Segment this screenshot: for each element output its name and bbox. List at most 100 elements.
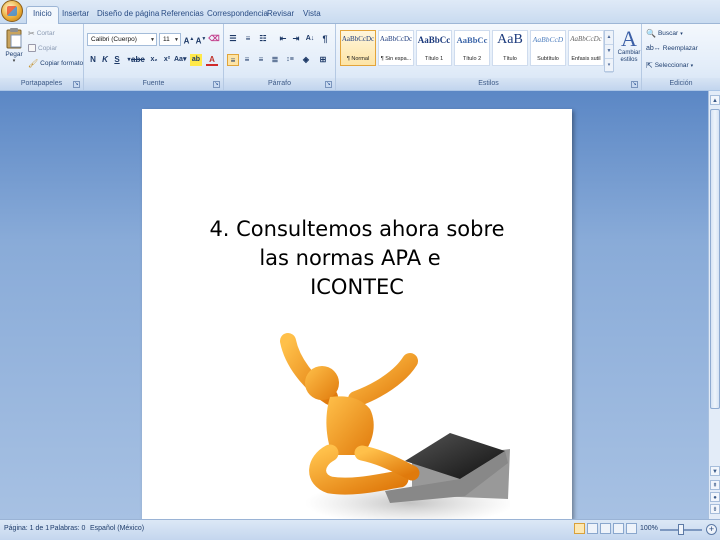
grow-font-button[interactable]: A▲ <box>183 33 195 46</box>
highlight-icon[interactable]: ab <box>190 54 202 66</box>
font-color-icon[interactable]: A <box>206 54 218 66</box>
print-layout-view-icon[interactable] <box>574 523 585 534</box>
decrease-indent-icon[interactable]: ⇤ <box>277 33 289 45</box>
format-painter-button[interactable]: 🖌 Copiar formato <box>28 59 83 68</box>
scrollbar-thumb[interactable] <box>710 109 720 409</box>
style-titulo-1[interactable]: AaBbCc Título 1 <box>416 30 452 66</box>
pilcrow-icon[interactable]: ¶ <box>319 33 331 45</box>
web-layout-view-icon[interactable] <box>600 523 611 534</box>
shading-icon[interactable]: ◈ <box>300 54 312 66</box>
change-styles-button[interactable]: A Cambiar estilos <box>616 28 642 64</box>
style-enfasis-sutil[interactable]: AaBbCcDc Énfasis sutil <box>568 30 604 66</box>
tab-inicio[interactable]: Inicio <box>26 6 59 24</box>
zoom-level[interactable]: 100% <box>640 525 658 532</box>
chevron-down-icon: ▾ <box>690 62 694 69</box>
language-indicator[interactable]: Español (México) <box>90 525 144 532</box>
underline-button[interactable]: S <box>111 54 123 66</box>
bullets-icon[interactable]: ☰ <box>227 33 239 45</box>
font-group: Calibri (Cuerpo) ▼ 11 ▼ A▲ A▼ ⌫ N K S ▾ … <box>84 24 224 90</box>
outline-view-icon[interactable] <box>613 523 624 534</box>
style-sample: AaB <box>497 32 523 47</box>
style-name: Subtítulo <box>537 56 559 62</box>
word-count[interactable]: Palabras: 0 <box>50 525 85 532</box>
clear-format-button[interactable]: ⌫ <box>208 33 220 45</box>
style-sin-espaciado[interactable]: AaBbCcDc ¶ Sin espa... <box>378 30 414 66</box>
bold-button[interactable]: N <box>87 54 99 66</box>
styles-gallery-scroll[interactable]: ▲ ▼ ▾ <box>604 30 614 73</box>
increase-indent-icon[interactable]: ⇥ <box>290 33 302 45</box>
binoculars-icon: 🔍 <box>646 29 656 38</box>
align-right-icon[interactable]: ≡ <box>255 54 267 66</box>
align-center-icon[interactable]: ≡ <box>241 54 253 66</box>
style-sample: AaBbCcDc <box>341 35 375 43</box>
next-page-icon[interactable]: ⇟ <box>710 504 720 514</box>
chevron-up-icon[interactable]: ▲ <box>605 31 613 45</box>
status-bar: Página: 1 de 1 Palabras: 0 Español (Méxi… <box>0 519 720 540</box>
style-titulo-2[interactable]: AaBbCc Título 2 <box>454 30 490 66</box>
vertical-scrollbar[interactable]: ▲ ▼ ⇞ ● ⇟ <box>708 91 720 519</box>
style-name: Título <box>503 56 517 62</box>
tab-vista[interactable]: Vista <box>303 9 321 18</box>
tab-revisar[interactable]: Revisar <box>267 9 294 18</box>
superscript-button[interactable]: x² <box>161 54 173 66</box>
style-subtitulo[interactable]: AaBbCcD Subtítulo <box>530 30 566 66</box>
align-left-icon[interactable]: ≡ <box>227 54 239 66</box>
subscript-button[interactable]: x₂ <box>148 54 160 66</box>
chevron-down-icon[interactable]: ▼ <box>605 45 613 59</box>
cut-button[interactable]: ✂ Cortar <box>28 29 55 38</box>
tab-diseno-pagina[interactable]: Diseño de página <box>97 9 159 18</box>
clipboard-launcher[interactable]: ↘ <box>73 81 80 88</box>
zoom-in-icon[interactable]: + <box>706 524 717 535</box>
borders-icon[interactable]: ⊞ <box>317 54 329 66</box>
tab-referencias[interactable]: Referencias <box>161 9 204 18</box>
font-launcher[interactable]: ↘ <box>213 81 220 88</box>
select-button[interactable]: ⇱ Seleccionar ▾ <box>646 61 693 70</box>
style-sample: AaBbCcD <box>532 35 564 44</box>
document-line-2: las normas APA e <box>259 246 441 270</box>
numbering-icon[interactable]: ≡ <box>242 33 254 45</box>
zoom-slider-knob[interactable] <box>678 524 684 535</box>
paste-icon <box>6 28 22 49</box>
office-logo-icon <box>7 6 17 16</box>
italic-button[interactable]: K <box>99 54 111 66</box>
find-button[interactable]: 🔍 Buscar ▾ <box>646 29 683 38</box>
strikethrough-button[interactable]: abe <box>131 54 145 66</box>
justify-icon[interactable]: ≣ <box>269 54 281 66</box>
document-line-1: 4. Consultemos ahora sobre <box>209 217 505 241</box>
style-titulo[interactable]: AaB Título <box>492 30 528 66</box>
style-normal[interactable]: AaBbCcDc ¶ Normal <box>340 30 376 66</box>
scroll-up-icon[interactable]: ▲ <box>710 95 720 105</box>
select-browse-object-icon[interactable]: ● <box>710 492 720 502</box>
shrink-font-button[interactable]: A▼ <box>195 33 207 46</box>
font-name-combo[interactable]: Calibri (Cuerpo) ▼ <box>87 33 157 46</box>
page-count[interactable]: Página: 1 de 1 <box>4 525 49 532</box>
styles-launcher[interactable]: ↘ <box>631 81 638 88</box>
copy-button[interactable]: Copiar <box>28 44 57 52</box>
scroll-down-icon[interactable]: ▼ <box>710 466 720 476</box>
previous-page-icon[interactable]: ⇞ <box>710 480 720 490</box>
sort-icon[interactable]: A↓ <box>304 33 316 45</box>
more-icon[interactable]: ▾ <box>605 59 613 73</box>
font-size-combo[interactable]: 11 ▼ <box>159 33 181 46</box>
tab-correspondencia[interactable]: Correspondencia <box>207 9 268 18</box>
replace-button[interactable]: ab↔ Reemplazar <box>646 45 698 52</box>
document-page[interactable]: 4. Consultemos ahora sobre las normas AP… <box>142 109 572 521</box>
find-label: Buscar <box>657 30 679 37</box>
tab-insertar[interactable]: Insertar <box>62 9 89 18</box>
style-name: ¶ Sin espa... <box>380 56 412 62</box>
draft-view-icon[interactable] <box>626 523 637 534</box>
change-case-button[interactable]: Aa▾ <box>174 54 186 66</box>
paste-button[interactable]: Pegar ▾ <box>4 27 24 71</box>
celebrating-figure-with-laptop-image <box>280 333 510 521</box>
full-screen-reading-view-icon[interactable] <box>587 523 598 534</box>
multilevel-list-icon[interactable]: ☷ <box>257 33 269 45</box>
paragraph-launcher[interactable]: ↘ <box>325 81 332 88</box>
paintbrush-icon: 🖌 <box>28 59 39 68</box>
style-sample: AaBbCcDc <box>379 35 413 43</box>
cursor-icon: ⇱ <box>646 61 653 70</box>
paragraph-group-label: Párrafo <box>224 78 335 90</box>
office-button[interactable] <box>1 0 23 22</box>
line-spacing-icon[interactable]: ↕≡ <box>284 54 296 66</box>
font-group-label: Fuente <box>84 78 223 90</box>
change-styles-icon: A <box>621 26 637 51</box>
